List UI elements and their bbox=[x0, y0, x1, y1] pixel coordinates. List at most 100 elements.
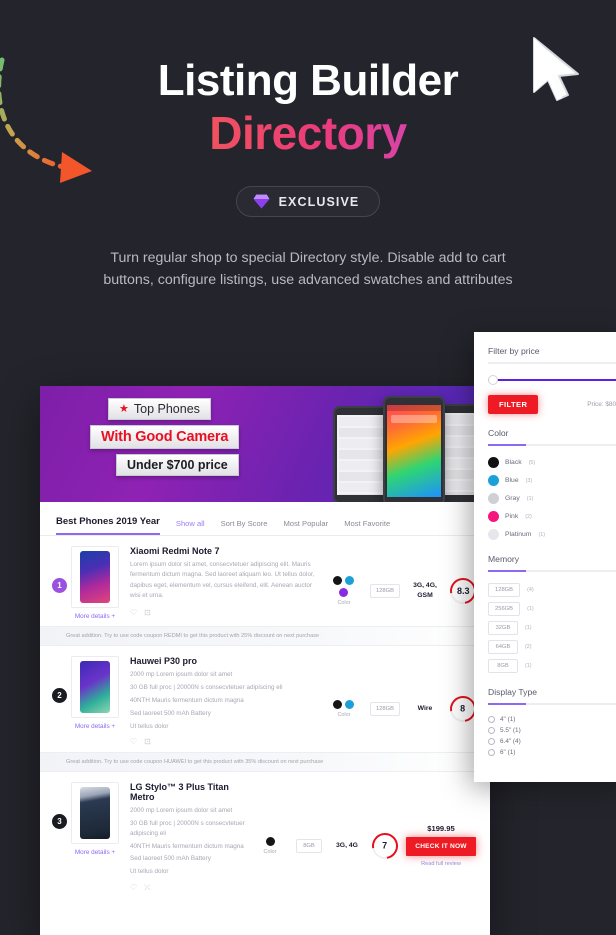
color-label: Color bbox=[263, 848, 277, 855]
product-memory-chip: 128GB bbox=[369, 702, 400, 717]
phone-mockup-left bbox=[333, 406, 389, 502]
filter-color-option[interactable]: Gray (1) bbox=[488, 493, 616, 504]
filter-memory-option[interactable]: 128GB (4) bbox=[488, 583, 616, 597]
memory-chip[interactable]: 256GB bbox=[488, 602, 521, 616]
filter-button[interactable]: FILTER bbox=[488, 395, 539, 414]
banner-tag-3-label: Under $700 price bbox=[127, 458, 228, 472]
color-option-name: Blue bbox=[505, 477, 519, 484]
filter-color-option[interactable]: Pink (2) bbox=[488, 511, 616, 522]
radio-icon[interactable] bbox=[488, 727, 495, 734]
memory-chip[interactable]: 8GB bbox=[488, 659, 518, 673]
filter-memory-option[interactable]: 64GB (2) bbox=[488, 640, 616, 654]
product-attributes: Color 128GB Wire 8 bbox=[326, 656, 482, 746]
more-details-link[interactable]: More details + bbox=[66, 613, 124, 620]
product-action-icons: ♡ ⊡ bbox=[130, 737, 320, 746]
compare-icon[interactable]: ⊡ bbox=[144, 608, 151, 617]
read-full-review-link[interactable]: Read full review bbox=[406, 861, 476, 867]
filter-color-option[interactable]: Blue (3) bbox=[488, 475, 616, 486]
tab-show-all[interactable]: Show all bbox=[176, 519, 205, 535]
cursor-pointer-illustration bbox=[533, 37, 579, 101]
product-spec-line: 2000 mp Lorem ipsum dolor sit amet bbox=[130, 807, 233, 815]
heart-icon[interactable]: ♡ bbox=[130, 608, 137, 617]
product-thumbnail[interactable] bbox=[71, 782, 119, 845]
phone-mockup-group bbox=[329, 394, 490, 502]
radio-icon[interactable] bbox=[488, 738, 495, 745]
compare-icon[interactable]: ⊡ bbox=[144, 737, 151, 746]
product-attributes: Color 8GB 3G, 4G 7 $199.95 CHECK IT NOW … bbox=[252, 782, 476, 893]
swatch-black[interactable] bbox=[265, 836, 275, 846]
swatch-black[interactable] bbox=[333, 700, 343, 710]
filter-color-option[interactable]: Platinum (1) bbox=[488, 529, 616, 540]
product-score-value: 7 bbox=[382, 840, 388, 851]
product-row[interactable]: 2 More details + Hauwei P30 pro 2000 mp … bbox=[40, 646, 490, 752]
color-swatches[interactable]: Color bbox=[252, 836, 288, 855]
filter-price-title: Filter by price bbox=[488, 346, 540, 356]
more-details-link[interactable]: More details + bbox=[66, 849, 124, 856]
product-info: Hauwei P30 pro 2000 mp Lorem ipsum dolor… bbox=[124, 656, 326, 746]
color-option-name: Platinum bbox=[505, 531, 532, 538]
memory-chip[interactable]: 32GB bbox=[488, 621, 518, 635]
dashed-arrow-illustration bbox=[0, 57, 92, 183]
product-score-value: 8 bbox=[460, 704, 466, 715]
swatch-blue[interactable] bbox=[345, 700, 355, 710]
color-option-count: (5) bbox=[528, 459, 536, 466]
slider-knob[interactable] bbox=[488, 375, 498, 385]
filter-color-title: Color bbox=[488, 428, 509, 438]
color-dot-black bbox=[488, 457, 499, 468]
filter-display-option[interactable]: 5.5" (1) bbox=[488, 727, 616, 734]
color-label: Color bbox=[337, 600, 351, 606]
phone-screen-center bbox=[387, 405, 441, 497]
tab-most-popular[interactable]: Most Popular bbox=[283, 519, 328, 535]
filter-memory-title: Memory bbox=[488, 554, 520, 564]
filter-memory-option[interactable]: 256GB (1) bbox=[488, 602, 616, 616]
price-range-slider[interactable] bbox=[488, 375, 616, 385]
heart-icon[interactable]: ♡ bbox=[130, 883, 137, 893]
display-option-label: 6.4" (4) bbox=[500, 738, 521, 745]
product-spec-line: 2000 mp Lorem ipsum dolor sit amet bbox=[130, 671, 233, 678]
filter-display-option[interactable]: 6.4" (4) bbox=[488, 738, 616, 745]
slider-track[interactable] bbox=[488, 379, 616, 381]
product-row[interactable]: 1 More details + Xiaomi Redmi Note 7 Lor… bbox=[40, 536, 490, 626]
swatch-purple[interactable] bbox=[339, 588, 349, 597]
filter-sidebar-panel: Filter by price FILTER Price: $80 Color … bbox=[474, 332, 616, 782]
color-swatches[interactable]: Color bbox=[326, 700, 362, 718]
product-title[interactable]: Xiaomi Redmi Note 7 bbox=[130, 546, 320, 556]
product-image-column: More details + bbox=[66, 782, 124, 893]
heart-icon[interactable]: ♡ bbox=[130, 737, 137, 746]
swatch-blue[interactable] bbox=[345, 576, 355, 585]
check-it-now-button[interactable]: CHECK IT NOW bbox=[406, 837, 476, 856]
product-description: Lorem ipsum dolor sit amet, consecvtetue… bbox=[130, 561, 315, 600]
filter-color-option[interactable]: Black (5) bbox=[488, 457, 616, 468]
filter-memory-option[interactable]: 32GB (1) bbox=[488, 621, 616, 635]
color-dot-pink bbox=[488, 511, 499, 522]
radio-icon[interactable] bbox=[488, 716, 495, 723]
color-option-name: Black bbox=[505, 459, 522, 466]
memory-chip[interactable]: 64GB bbox=[488, 640, 518, 654]
banner-tag-top-phones: ★ Top Phones bbox=[108, 398, 211, 420]
exclusive-badge: EXCLUSIVE bbox=[235, 186, 381, 218]
shop-preview-window: ★ Top Phones With Good Camera Under $700… bbox=[40, 386, 490, 935]
tab-most-favorite[interactable]: Most Favorite bbox=[344, 519, 390, 535]
color-dot-platinum bbox=[488, 529, 499, 540]
tab-sort-by-score[interactable]: Sort By Score bbox=[221, 519, 268, 535]
swatch-black[interactable] bbox=[333, 576, 343, 585]
product-title[interactable]: Hauwei P30 pro bbox=[130, 656, 320, 666]
color-swatches[interactable]: Color bbox=[326, 576, 362, 606]
product-price: $199.95 bbox=[427, 824, 455, 833]
filter-display-option[interactable]: 6" (1) bbox=[488, 749, 616, 756]
gem-icon bbox=[253, 194, 270, 209]
more-details-link[interactable]: More details + bbox=[66, 723, 124, 730]
product-network: 3G, 4G, GSM bbox=[413, 582, 437, 599]
memory-chip[interactable]: 128GB bbox=[488, 583, 521, 597]
product-title[interactable]: LG Stylo™ 3 Plus Titan Metro bbox=[130, 782, 246, 802]
screenshot-stage: ★ Top Phones With Good Camera Under $700… bbox=[0, 332, 616, 935]
product-thumbnail[interactable] bbox=[71, 546, 119, 608]
product-row[interactable]: 3 More details + LG Stylo™ 3 Plus Titan … bbox=[40, 772, 490, 899]
product-thumbnail[interactable] bbox=[71, 656, 119, 718]
banner-tag-price: Under $700 price bbox=[116, 454, 239, 476]
compare-icon[interactable]: ⤫ bbox=[144, 883, 150, 893]
radio-icon[interactable] bbox=[488, 749, 495, 756]
color-dot-blue bbox=[488, 475, 499, 486]
filter-display-option[interactable]: 4" (1) bbox=[488, 716, 616, 723]
filter-memory-option[interactable]: 8GB (1) bbox=[488, 659, 616, 673]
